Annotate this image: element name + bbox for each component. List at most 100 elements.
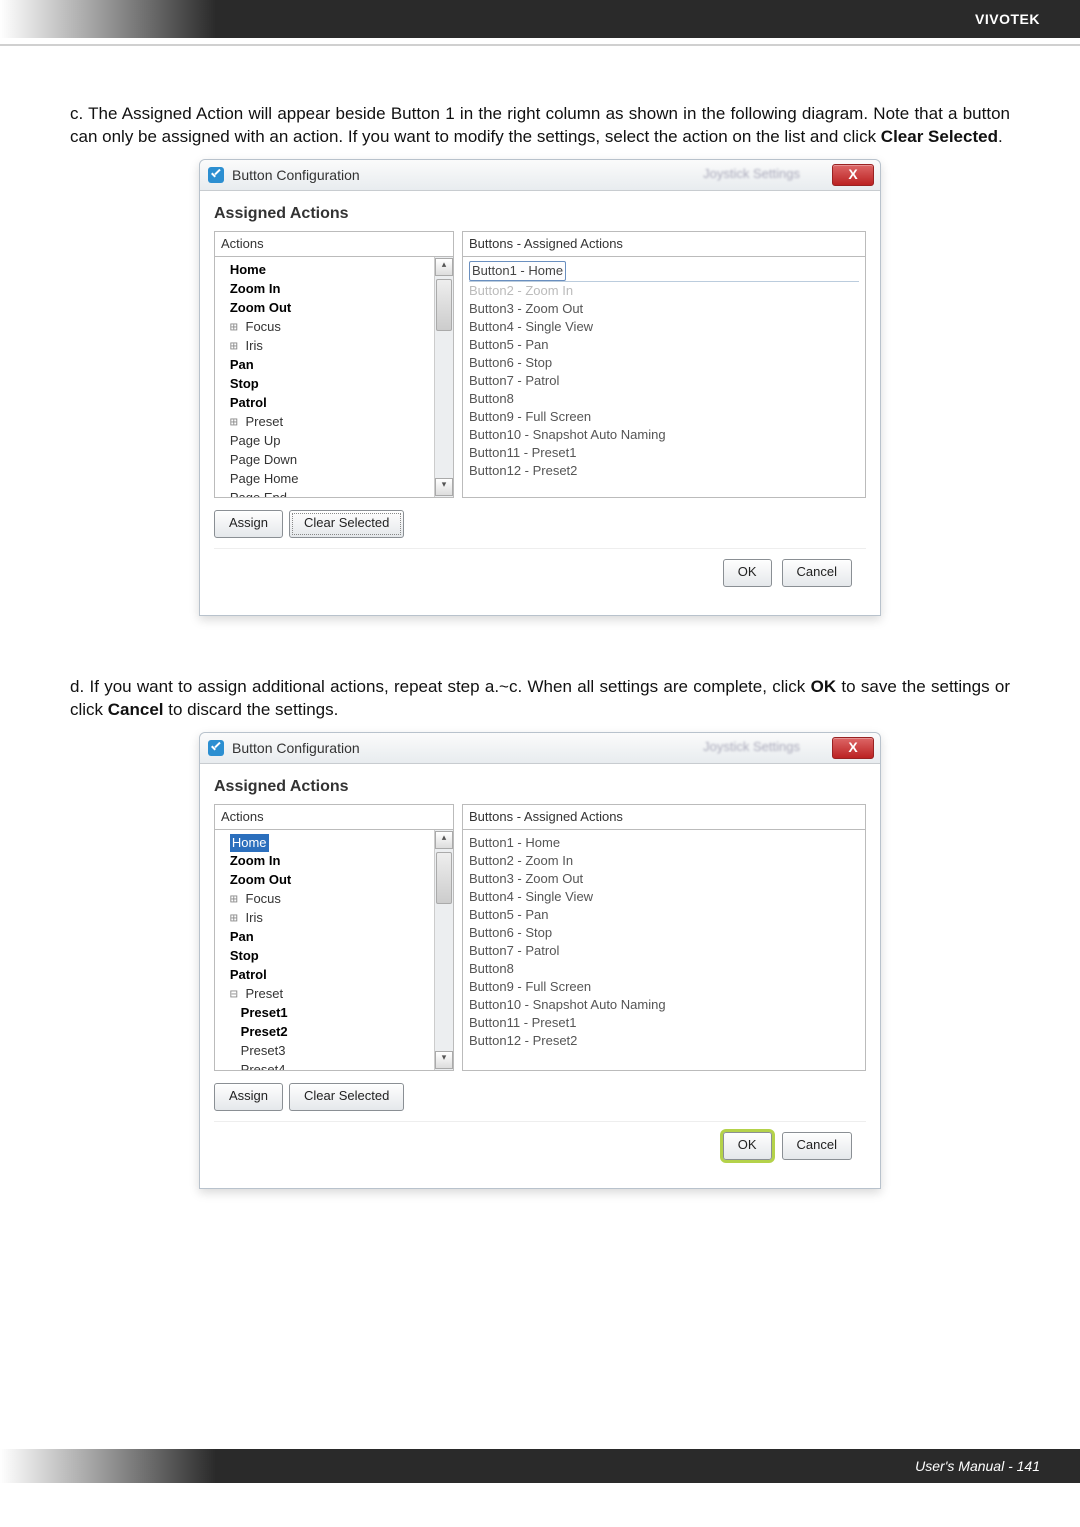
actions-scrollbar[interactable]: ▴ ▾ (434, 830, 453, 1070)
tree-item[interactable]: Zoom In (219, 852, 449, 871)
list-item[interactable]: Button11 - Preset1 (469, 1014, 859, 1032)
tree-item[interactable]: Preset1 (219, 1004, 449, 1023)
tree-item[interactable]: Patrol (219, 966, 449, 985)
assign-button[interactable]: Assign (214, 510, 283, 538)
tree-item[interactable]: Home (219, 834, 449, 852)
para-d-suffix: to discard the settings. (168, 700, 338, 719)
tree-item[interactable]: Page End (219, 489, 449, 498)
buttons-assigned-list[interactable]: Button1 - HomeButton2 - Zoom InButton3 -… (462, 830, 866, 1071)
close-button[interactable]: X (832, 164, 874, 186)
ok-label: OK (738, 564, 757, 579)
list-item[interactable]: Button1 - Home (469, 261, 859, 281)
list-item[interactable]: Button7 - Patrol (469, 942, 859, 960)
list-item[interactable]: Button5 - Pan (469, 336, 859, 354)
assign-button[interactable]: Assign (214, 1083, 283, 1111)
tree-item[interactable]: ⊞ Iris (219, 909, 449, 928)
brand-label: VIVOTEK (975, 11, 1040, 27)
tree-item[interactable]: Preset2 (219, 1023, 449, 1042)
list-item[interactable]: Button8 (469, 390, 859, 408)
ok-button[interactable]: OK (723, 559, 772, 587)
list-item[interactable]: Button6 - Stop (469, 354, 859, 372)
tree-item[interactable]: Patrol (219, 394, 449, 413)
clear-selected-button[interactable]: Clear Selected (289, 510, 404, 538)
list-item[interactable]: Button9 - Full Screen (469, 978, 859, 996)
ok-button[interactable]: OK (723, 1132, 772, 1160)
button-config-dialog-2: Button Configuration Joystick Settings X… (199, 732, 881, 1189)
scroll-up-icon[interactable]: ▴ (435, 831, 453, 849)
tree-item[interactable]: Page Home (219, 470, 449, 489)
dialog-title: Button Configuration (232, 167, 360, 183)
page-number: User's Manual - 141 (915, 1458, 1040, 1474)
list-item[interactable]: Button2 - Zoom In (469, 281, 859, 300)
list-item[interactable]: Button3 - Zoom Out (469, 300, 859, 318)
actions-tree[interactable]: Home Zoom In Zoom Out ⊞ Focus ⊞ Iris Pan… (214, 257, 454, 498)
buttons-column-header: Buttons - Assigned Actions (462, 231, 866, 257)
tree-item[interactable]: Page Down (219, 451, 449, 470)
list-item[interactable]: Button11 - Preset1 (469, 444, 859, 462)
page-header: VIVOTEK (0, 0, 1080, 38)
actions-column-header: Actions (214, 231, 454, 257)
tree-item[interactable]: Zoom Out (219, 299, 449, 318)
tree-item[interactable]: Stop (219, 375, 449, 394)
tree-item[interactable]: ⊞ Focus (219, 890, 449, 909)
para-c-bold: Clear Selected (881, 127, 998, 146)
assigned-actions-heading: Assigned Actions (214, 778, 866, 796)
tree-item[interactable]: Pan (219, 356, 449, 375)
scroll-down-icon[interactable]: ▾ (435, 478, 453, 496)
tree-item[interactable]: ⊞ Iris (219, 337, 449, 356)
list-item[interactable]: Button9 - Full Screen (469, 408, 859, 426)
scroll-thumb[interactable] (436, 852, 452, 904)
para-d-bold1: OK (811, 677, 837, 696)
buttons-assigned-list[interactable]: Button1 - HomeButton2 - Zoom InButton3 -… (462, 257, 866, 498)
app-logo-icon (208, 740, 224, 756)
scroll-thumb[interactable] (436, 279, 452, 331)
tree-item[interactable]: ⊟ Preset (219, 985, 449, 1004)
tree-item[interactable]: Home (219, 261, 449, 280)
clear-selected-button[interactable]: Clear Selected (289, 1083, 404, 1111)
actions-tree[interactable]: Home Zoom In Zoom Out ⊞ Focus ⊞ Iris Pan… (214, 830, 454, 1071)
dialog-title: Button Configuration (232, 740, 360, 756)
list-item[interactable]: Button12 - Preset2 (469, 1032, 859, 1050)
cancel-button[interactable]: Cancel (782, 559, 852, 587)
actions-scrollbar[interactable]: ▴ ▾ (434, 257, 453, 497)
list-item[interactable]: Button7 - Patrol (469, 372, 859, 390)
selected-tree-item: Home (230, 834, 269, 852)
list-item[interactable]: Button2 - Zoom In (469, 852, 859, 870)
buttons-column-header: Buttons - Assigned Actions (462, 804, 866, 830)
tree-item[interactable]: ⊞ Preset (219, 413, 449, 432)
dialog-titlebar[interactable]: Button Configuration Joystick Settings X (200, 733, 880, 764)
list-item[interactable]: Button10 - Snapshot Auto Naming (469, 996, 859, 1014)
tree-item[interactable]: Preset4 (219, 1061, 449, 1071)
paragraph-c: c. The Assigned Action will appear besid… (70, 103, 1010, 149)
list-item[interactable]: Button3 - Zoom Out (469, 870, 859, 888)
scroll-up-icon[interactable]: ▴ (435, 258, 453, 276)
tree-item[interactable]: Page Up (219, 432, 449, 451)
list-item[interactable]: Button10 - Snapshot Auto Naming (469, 426, 859, 444)
scroll-down-icon[interactable]: ▾ (435, 1051, 453, 1069)
cancel-label: Cancel (797, 564, 837, 579)
para-d-bold2: Cancel (108, 700, 164, 719)
list-item[interactable]: Button6 - Stop (469, 924, 859, 942)
tree-item[interactable]: Preset3 (219, 1042, 449, 1061)
list-item[interactable]: Button4 - Single View (469, 888, 859, 906)
tree-item[interactable]: Zoom Out (219, 871, 449, 890)
tree-item[interactable]: ⊞ Focus (219, 318, 449, 337)
para-d-prefix: d. If you want to assign additional acti… (70, 677, 811, 696)
list-item[interactable]: Button1 - Home (469, 834, 859, 852)
close-button[interactable]: X (832, 737, 874, 759)
list-item[interactable]: Button12 - Preset2 (469, 462, 859, 480)
tree-item[interactable]: Zoom In (219, 280, 449, 299)
actions-column-header: Actions (214, 804, 454, 830)
assign-button-label: Assign (229, 515, 268, 530)
dialog-titlebar[interactable]: Button Configuration Joystick Settings X (200, 160, 880, 191)
assigned-actions-heading: Assigned Actions (214, 205, 866, 223)
tree-item[interactable]: Pan (219, 928, 449, 947)
ok-label: OK (738, 1137, 757, 1152)
tree-item[interactable]: Stop (219, 947, 449, 966)
para-c-text: c. The Assigned Action will appear besid… (70, 104, 1010, 146)
list-item[interactable]: Button4 - Single View (469, 318, 859, 336)
list-item[interactable]: Button5 - Pan (469, 906, 859, 924)
list-item[interactable]: Button8 (469, 960, 859, 978)
clear-selected-label: Clear Selected (304, 1088, 389, 1103)
cancel-button[interactable]: Cancel (782, 1132, 852, 1160)
